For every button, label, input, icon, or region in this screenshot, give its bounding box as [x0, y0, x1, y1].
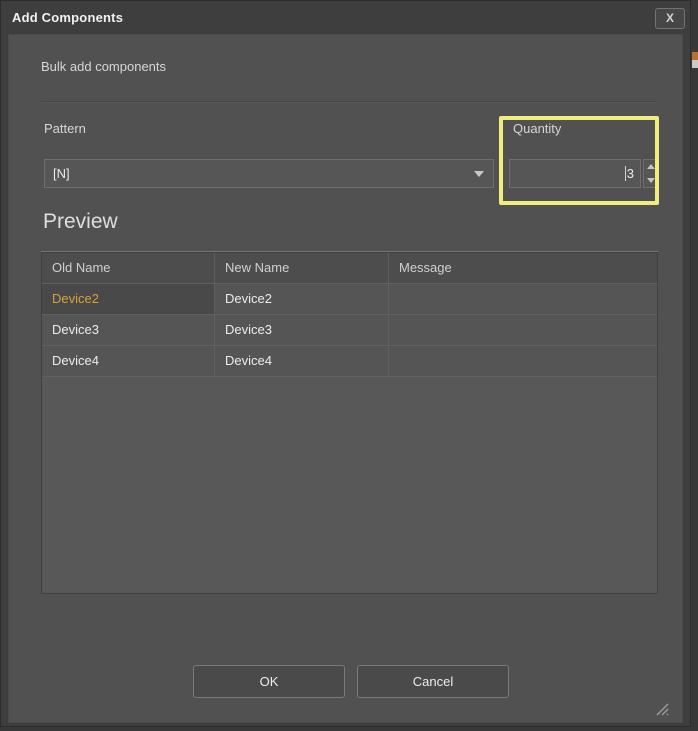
content-panel: Bulk add components Pattern [N] Quantity… [8, 34, 683, 723]
close-button[interactable]: X [655, 8, 685, 29]
group-box-label: Bulk add components [41, 59, 166, 74]
window-title: Add Components [12, 1, 123, 34]
cell-message[interactable] [389, 346, 657, 377]
ok-button[interactable]: OK [193, 665, 345, 698]
title-bar[interactable]: Add Components X [1, 1, 690, 34]
preview-heading: Preview [43, 210, 118, 234]
spinner-up-button[interactable] [644, 160, 658, 174]
cell-old-name-selected[interactable]: Device2 [42, 284, 215, 315]
pattern-label: Pattern [44, 121, 86, 136]
cell-old-name[interactable]: Device4 [42, 346, 215, 377]
preview-table: Old Name New Name Message Device2 Device… [41, 252, 658, 594]
table-empty-area[interactable] [42, 377, 657, 593]
pattern-dropdown-value: [N] [53, 166, 70, 181]
add-components-dialog: Add Components X Bulk add components Pat… [0, 0, 691, 727]
cell-message[interactable] [389, 315, 657, 346]
chevron-down-icon [474, 171, 484, 177]
column-header-old-name[interactable]: Old Name [42, 253, 215, 284]
chevron-down-icon [647, 178, 655, 183]
cancel-button[interactable]: Cancel [357, 665, 509, 698]
background-app-fragment [692, 52, 698, 60]
quantity-label: Quantity [513, 121, 561, 136]
group-divider [41, 101, 657, 103]
cell-old-name[interactable]: Device3 [42, 315, 215, 346]
table-header-row: Old Name New Name Message [42, 253, 657, 284]
column-header-new-name[interactable]: New Name [215, 253, 389, 284]
cell-new-name[interactable]: Device4 [215, 346, 389, 377]
table-row[interactable]: Device4 Device4 [42, 346, 657, 377]
table-row[interactable]: Device2 Device2 [42, 284, 657, 315]
close-icon: X [666, 11, 674, 25]
table-row[interactable]: Device3 Device3 [42, 315, 657, 346]
column-header-message[interactable]: Message [389, 253, 657, 284]
chevron-up-icon [647, 164, 655, 169]
quantity-value: 3 [627, 166, 634, 181]
cell-new-name[interactable]: Device2 [215, 284, 389, 315]
pattern-dropdown[interactable]: [N] [44, 159, 494, 188]
background-app-fragment [692, 60, 698, 68]
cell-message[interactable] [389, 284, 657, 315]
text-cursor [625, 166, 626, 181]
spinner-down-button[interactable] [644, 174, 658, 188]
quantity-input[interactable]: 3 [509, 159, 641, 188]
resize-grip-icon[interactable] [652, 699, 670, 717]
quantity-spinner [643, 159, 659, 188]
cell-new-name[interactable]: Device3 [215, 315, 389, 346]
